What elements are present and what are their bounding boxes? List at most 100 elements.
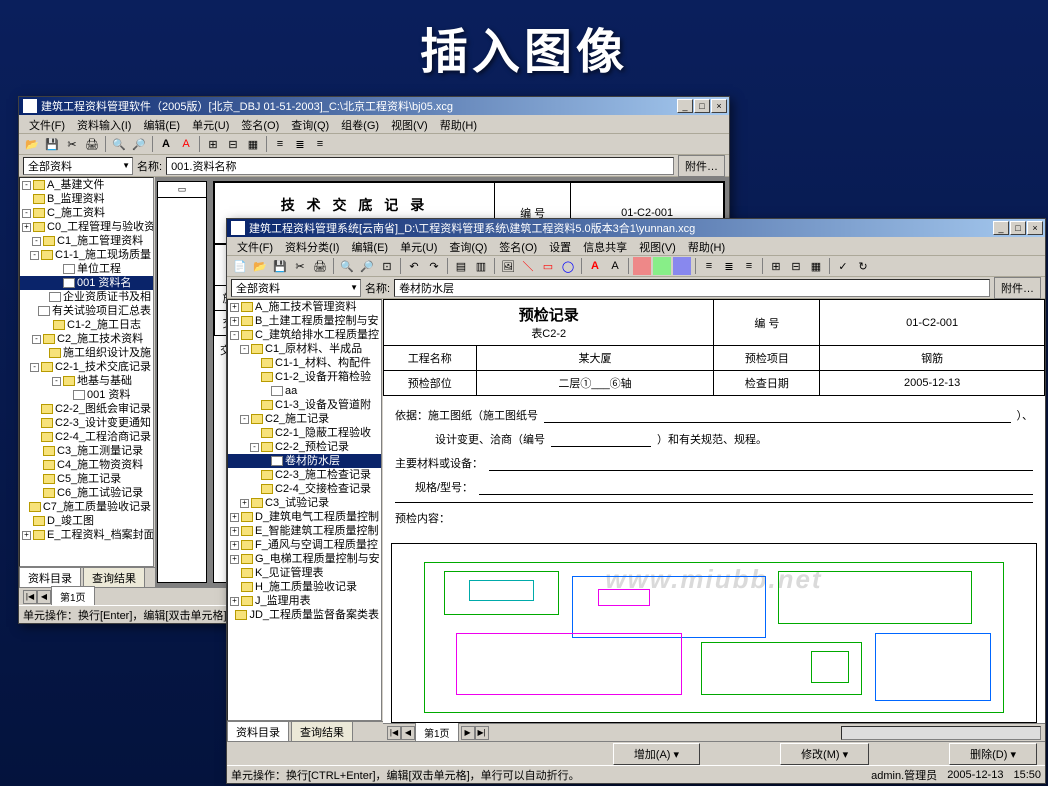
tree-item[interactable]: -C2_施工技术资料 (20, 332, 153, 346)
titlebar-1[interactable]: ◧ 建筑工程资料管理软件（2005版）[北京_DBJ 01-51-2003]_C… (19, 97, 729, 115)
expander-icon[interactable]: + (230, 555, 239, 564)
tb-print-icon[interactable]: 🖨 (311, 257, 329, 275)
tab-catalog[interactable]: 资料目录 (19, 567, 81, 588)
tree-item[interactable]: +C0_工程管理与验收资料 (20, 220, 153, 234)
tb-save-icon[interactable]: 💾 (43, 135, 61, 153)
tree-item[interactable]: -C_建筑给排水工程质量控 (228, 328, 381, 342)
tree-item[interactable]: +B_土建工程质量控制与安 (228, 314, 381, 328)
tb-zoomout-icon[interactable]: 🔎 (358, 257, 376, 275)
expander-icon[interactable]: - (22, 209, 31, 218)
tree-item[interactable]: D_竣工图 (20, 514, 153, 528)
doc-no[interactable]: 01-C2-001 (820, 300, 1045, 346)
tb-alignl-icon[interactable]: ≡ (271, 135, 289, 153)
f-item[interactable]: 钢筋 (820, 346, 1045, 371)
bianhao-input[interactable] (551, 433, 651, 447)
menu-edit[interactable]: 编辑(E) (345, 237, 394, 255)
tb-merge-icon[interactable]: ⊟ (224, 135, 242, 153)
menu-category[interactable]: 资料分类(I) (279, 237, 345, 255)
expander-icon[interactable]: - (30, 363, 39, 372)
tb-border-icon[interactable]: ⊞ (204, 135, 222, 153)
tb-del-row-icon[interactable]: ▥ (472, 257, 490, 275)
tree-item[interactable]: C1-1_材料、构配件 (228, 356, 381, 370)
menu-query[interactable]: 查询(Q) (443, 237, 493, 255)
tb-ellipse-icon[interactable]: ◯ (559, 257, 577, 275)
tb-zoomin-icon[interactable]: 🔍 (338, 257, 356, 275)
tree-item[interactable]: C2-4_交接检查记录 (228, 482, 381, 496)
menu-view[interactable]: 视图(V) (633, 237, 682, 255)
tree-item[interactable]: 有关试验项目汇总表 (20, 304, 153, 318)
tb-merge-icon[interactable]: ⊟ (787, 257, 805, 275)
tree-item[interactable]: B_监理资料 (20, 192, 153, 206)
tab-query[interactable]: 查询结果 (83, 567, 145, 588)
tab-query[interactable]: 查询结果 (291, 721, 353, 742)
tb-color2-icon[interactable] (653, 257, 671, 275)
tree-item[interactable]: C2-4_工程洽商记录 (20, 430, 153, 444)
tree-item[interactable]: -C1_原材料、半成品 (228, 342, 381, 356)
tb-refresh-icon[interactable]: ↻ (854, 257, 872, 275)
nav-first-icon[interactable]: |◀ (387, 726, 401, 740)
tb-fit-icon[interactable]: ⊡ (378, 257, 396, 275)
tb-border-icon[interactable]: ⊞ (767, 257, 785, 275)
tree-item[interactable]: -C2_施工记录 (228, 412, 381, 426)
expander-icon[interactable]: - (32, 237, 41, 246)
minimize-button[interactable]: _ (677, 99, 693, 113)
tb-color-icon[interactable]: A (177, 135, 195, 153)
material-input[interactable] (489, 457, 1033, 471)
tb-zoomout-icon[interactable]: 🔎 (130, 135, 148, 153)
tree-item[interactable]: +J_监理用表 (228, 594, 381, 608)
filter-combo[interactable]: 全部资料 (23, 157, 133, 175)
tree-item[interactable]: JD_工程质量监督备案类表 (228, 608, 381, 622)
maximize-button[interactable]: □ (694, 99, 710, 113)
nav-prev-icon[interactable]: ◀ (37, 590, 51, 604)
tb-bold-icon[interactable]: A (586, 257, 604, 275)
tree-item[interactable]: -C1-1_施工现场质量 (20, 248, 153, 262)
tree-item[interactable]: C5_施工记录 (20, 472, 153, 486)
expander-icon[interactable]: + (230, 317, 239, 326)
nav-first-icon[interactable]: |◀ (23, 590, 37, 604)
f-pos[interactable]: 二层①___⑥轴 (476, 371, 714, 396)
tree-item[interactable]: C2-3_施工检查记录 (228, 468, 381, 482)
cad-drawing[interactable]: www.miubb.net (391, 543, 1037, 723)
menu-file[interactable]: 文件(F) (23, 115, 71, 133)
close-button[interactable]: × (1027, 221, 1043, 235)
expander-icon[interactable]: + (230, 513, 239, 522)
minimize-button[interactable]: _ (993, 221, 1009, 235)
tree-item[interactable]: C2-3_设计变更通知 (20, 416, 153, 430)
tb-zoomin-icon[interactable]: 🔍 (110, 135, 128, 153)
tree-item[interactable]: C1-2_设备开箱检验 (228, 370, 381, 384)
tree-panel-2[interactable]: +A_施工技术管理资料+B_土建工程质量控制与安-C_建筑给排水工程质量控-C1… (227, 299, 382, 721)
expander-icon[interactable]: + (240, 499, 249, 508)
tree-item[interactable]: 卷材防水层 (228, 454, 381, 468)
tb-line-icon[interactable]: ＼ (519, 257, 537, 275)
tree-item[interactable]: C3_施工测量记录 (20, 444, 153, 458)
expander-icon[interactable]: - (32, 335, 41, 344)
menu-query[interactable]: 查询(Q) (285, 115, 335, 133)
tb-alignc-icon[interactable]: ≣ (720, 257, 738, 275)
delete-button[interactable]: 删除(D) ▾ (949, 743, 1037, 765)
tree-item[interactable]: aa (228, 384, 381, 398)
tree-item[interactable]: C6_施工试验记录 (20, 486, 153, 500)
edit-button[interactable]: 修改(M) ▾ (780, 743, 869, 765)
tree-item[interactable]: C7_施工质量验收记录 (20, 500, 153, 514)
tree-item[interactable]: -A_基建文件 (20, 178, 153, 192)
name-input[interactable]: 卷材防水层 (394, 279, 990, 297)
tb-redo-icon[interactable]: ↷ (425, 257, 443, 275)
tree-item[interactable]: 001 资料名 (20, 276, 153, 290)
tb-grid-icon[interactable]: ▦ (807, 257, 825, 275)
tb-cut-icon[interactable]: ✂ (63, 135, 81, 153)
f-date[interactable]: 2005-12-13 (820, 371, 1045, 396)
expander-icon[interactable]: - (230, 331, 239, 340)
expander-icon[interactable]: + (230, 597, 239, 606)
thumbnail-strip[interactable]: ▭ (157, 181, 207, 583)
tree-item[interactable]: +D_建筑电气工程质量控制 (228, 510, 381, 524)
expander-icon[interactable]: - (30, 251, 39, 260)
tree-item[interactable]: 单位工程 (20, 262, 153, 276)
page-tab[interactable]: 第1页 (415, 722, 459, 741)
expander-icon[interactable]: + (230, 541, 239, 550)
menu-help[interactable]: 帮助(H) (682, 237, 731, 255)
tree-item[interactable]: C1-3_设备及管道附 (228, 398, 381, 412)
tb-insert-row-icon[interactable]: ▤ (452, 257, 470, 275)
tree-item[interactable]: C4_施工物资资料 (20, 458, 153, 472)
menu-sign[interactable]: 签名(O) (493, 237, 543, 255)
expander-icon[interactable]: - (52, 377, 61, 386)
